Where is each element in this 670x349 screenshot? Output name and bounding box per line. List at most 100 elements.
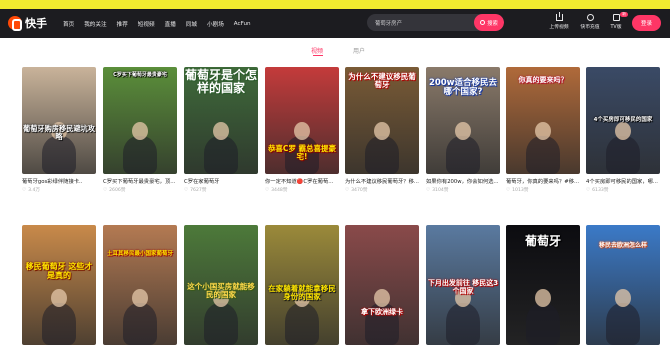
- presenter-figure: [42, 136, 76, 174]
- like-count: ♡ 1013赞: [506, 187, 580, 193]
- video-thumbnail[interactable]: C罗买下葡萄牙最贵豪宅: [103, 67, 177, 174]
- thumbnail-caption: 葡萄牙是个怎样的国家: [184, 68, 257, 96]
- video-title[interactable]: C罗买下葡萄牙最贵豪宅，顶...: [103, 177, 177, 185]
- video-card[interactable]: 下月出发前往 移民这3个国家: [426, 225, 500, 345]
- kuaishou-logo[interactable]: 快手: [8, 13, 47, 33]
- tab-video[interactable]: 视频: [311, 46, 323, 55]
- thumbnail-caption: 你真的要来吗？: [518, 76, 568, 84]
- video-card[interactable]: 你真的要来吗？ 葡萄牙，你真的要来吗？#移... ♡ 1013赞: [506, 67, 580, 193]
- presenter-figure: [204, 303, 238, 345]
- video-thumbnail[interactable]: 移民葡萄牙 这些才是真的: [22, 225, 96, 345]
- nav-item-live[interactable]: 直播: [165, 20, 176, 28]
- active-tab-indicator: [313, 55, 323, 57]
- video-card[interactable]: 为什么不建议移民葡萄牙为什么不建议移民葡萄牙？移... ♡ 3470赞: [345, 67, 419, 193]
- top-strip: [0, 0, 670, 9]
- thumbnail-caption: 200w适合移民去哪个国家?: [428, 78, 498, 98]
- recharge-button[interactable]: 快币充值: [577, 14, 603, 34]
- nav-item-short-video[interactable]: 短视频: [138, 20, 155, 28]
- tv-label: TV版: [610, 25, 622, 30]
- main-nav: 首页 我的关注 推荐 短视频 直播 同城 小剧场 AcFun: [63, 9, 261, 38]
- video-thumbnail[interactable]: 下月出发前往 移民这3个国家: [426, 225, 500, 345]
- video-card[interactable]: 移民葡萄牙 这些才是真的: [22, 225, 96, 345]
- video-card[interactable]: 葡萄牙是个怎样的国家 C罗在家葡萄牙 ♡ 7627赞: [184, 67, 258, 193]
- login-button[interactable]: 登录: [632, 15, 661, 31]
- upload-video-button[interactable]: 上传视频: [546, 12, 572, 34]
- video-thumbnail[interactable]: 在家躺着就能拿移民身份的国家: [265, 225, 339, 345]
- presenter-figure: [606, 303, 640, 345]
- video-thumbnail[interactable]: 这个小国买房就能移民的国家: [184, 225, 258, 345]
- video-card[interactable]: C罗买下葡萄牙最贵豪宅 C罗买下葡萄牙最贵豪宅，顶... ♡ 2606赞: [103, 67, 177, 193]
- video-card[interactable]: 土耳其移民最小国家葡萄牙: [103, 225, 177, 345]
- search-input[interactable]: [375, 14, 470, 31]
- video-thumbnail[interactable]: 拿下欧洲绿卡: [345, 225, 419, 345]
- video-thumbnail[interactable]: 200w适合移民去哪个国家?: [426, 67, 500, 174]
- heart-icon: ♡: [265, 188, 270, 193]
- recharge-label: 快币充值: [580, 25, 600, 30]
- video-card[interactable]: 在家躺着就能拿移民身份的国家: [265, 225, 339, 345]
- video-title[interactable]: 葡萄牙，你真的要来吗？#移...: [506, 177, 580, 185]
- presenter-head: [535, 289, 551, 307]
- thumbnail-caption: 4个买房即可移民的国家: [593, 117, 653, 123]
- like-count-value: 3448赞: [271, 188, 288, 193]
- new-badge: 新: [620, 12, 628, 17]
- nav-item-theater[interactable]: 小剧场: [207, 20, 224, 28]
- video-card[interactable]: 葡萄牙购房移民避坑攻略 葡萄牙gos彩绿伴随接卡.. ♡ 3.4万: [22, 67, 96, 193]
- video-title[interactable]: 葡萄牙gos彩绿伴随接卡..: [22, 177, 96, 185]
- like-count: ♡ 3470赞: [345, 187, 419, 193]
- presenter-figure: [526, 136, 560, 174]
- video-thumbnail[interactable]: 葡萄牙是个怎样的国家: [184, 67, 258, 174]
- video-card[interactable]: 拿下欧洲绿卡: [345, 225, 419, 345]
- like-count: ♡ 6133赞: [586, 187, 660, 193]
- video-thumbnail[interactable]: 恭喜C罗 霸总喜提豪宅!: [265, 67, 339, 174]
- presenter-head: [51, 289, 67, 307]
- search-icon: [480, 20, 486, 25]
- video-thumbnail[interactable]: 移民去欧洲怎么样: [586, 225, 660, 345]
- like-count-value: 3.4万: [28, 188, 41, 193]
- nav-item-recommend[interactable]: 推荐: [117, 20, 128, 28]
- nav-item-acfun[interactable]: AcFun: [234, 21, 251, 27]
- video-title[interactable]: 为什么不建议移民葡萄牙？移...: [345, 177, 419, 185]
- video-title[interactable]: 如果你有200w，你会如何选...: [426, 177, 500, 185]
- presenter-figure: [204, 136, 238, 174]
- video-card[interactable]: 移民去欧洲怎么样: [586, 225, 660, 345]
- thumbnail-caption: 土耳其移民最小国家葡萄牙: [106, 251, 173, 257]
- nav-item-following[interactable]: 我的关注: [84, 20, 106, 28]
- video-card[interactable]: 葡萄牙: [506, 225, 580, 345]
- search-button[interactable]: 搜索: [474, 14, 504, 31]
- upload-label: 上传视频: [549, 25, 569, 30]
- tab-user[interactable]: 用户: [353, 46, 365, 55]
- presenter-head: [615, 122, 631, 140]
- video-card[interactable]: 4个买房即可移民的国家 4个买房即可移民的国家，哪... ♡ 6133赞: [586, 67, 660, 193]
- heart-icon: ♡: [426, 188, 431, 193]
- like-count: ♡ 7627赞: [184, 187, 258, 193]
- presenter-head: [374, 289, 390, 307]
- video-thumbnail[interactable]: 4个买房即可移民的国家: [586, 67, 660, 174]
- video-thumbnail[interactable]: 葡萄牙: [506, 225, 580, 345]
- thumbnail-caption: C罗买下葡萄牙最贵豪宅: [113, 72, 167, 78]
- video-card[interactable]: 这个小国买房就能移民的国家: [184, 225, 258, 345]
- video-thumbnail[interactable]: 为什么不建议移民葡萄牙: [345, 67, 419, 174]
- tv-version-button[interactable]: 新 TV版: [603, 12, 629, 34]
- video-thumbnail[interactable]: 你真的要来吗？: [506, 67, 580, 174]
- presenter-head: [132, 122, 148, 140]
- presenter-head: [132, 289, 148, 307]
- video-card[interactable]: 200w适合移民去哪个国家? 如果你有200w，你会如何选... ♡ 3104赞: [426, 67, 500, 193]
- video-title[interactable]: 你一定不知道🔴C罗在葡萄...: [265, 177, 339, 185]
- upload-icon: [555, 12, 563, 21]
- result-tabs: 视频 用户: [0, 42, 670, 58]
- presenter-head: [455, 122, 471, 140]
- nav-item-home[interactable]: 首页: [63, 20, 74, 28]
- nav-item-local[interactable]: 同城: [186, 20, 197, 28]
- like-count-value: 2606赞: [109, 188, 126, 193]
- video-card[interactable]: 恭喜C罗 霸总喜提豪宅! 你一定不知道🔴C罗在葡萄... ♡ 3448赞: [265, 67, 339, 193]
- thumbnail-caption: 为什么不建议移民葡萄牙: [348, 72, 416, 90]
- video-title[interactable]: 4个买房即可移民的国家，哪...: [586, 177, 660, 185]
- search-box: 搜索: [367, 14, 504, 31]
- presenter-head: [374, 122, 390, 140]
- video-title[interactable]: C罗在家葡萄牙: [184, 177, 258, 185]
- video-thumbnail[interactable]: 土耳其移民最小国家葡萄牙: [103, 225, 177, 345]
- video-thumbnail[interactable]: 葡萄牙购房移民避坑攻略: [22, 67, 96, 174]
- presenter-head: [213, 122, 229, 140]
- thumbnail-caption: 移民葡萄牙 这些才是真的: [25, 262, 93, 280]
- thumbnail-caption: 这个小国买房就能移民的国家: [187, 282, 255, 300]
